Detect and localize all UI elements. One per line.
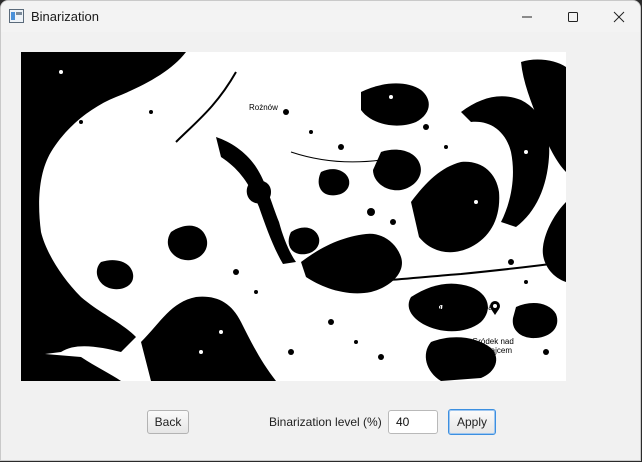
binarized-image: zowice órne Rożnów Beskid Lemon Resort S…: [21, 52, 566, 381]
maximize-button[interactable]: [550, 1, 596, 32]
app-icon: [9, 9, 24, 23]
binarization-level-input[interactable]: [388, 410, 438, 434]
map-label-resort: Lemon Resort Spa: [426, 303, 493, 312]
map-label-roznow: Rożnów: [249, 103, 278, 112]
window-title: Binarization: [31, 9, 99, 24]
back-button[interactable]: Back: [147, 410, 189, 434]
binarization-level-label: Binarization level (%): [269, 415, 382, 429]
close-icon: [613, 11, 625, 22]
close-button[interactable]: [596, 1, 640, 32]
map-label-top-left-1: zowice: [21, 74, 46, 83]
map-label-grodek-1: Gródek nad: [472, 337, 514, 346]
maximize-icon: [568, 11, 578, 22]
map-label-tabaszowa: Tabaszowa: [191, 370, 232, 379]
map-label-grodek-2: Dunajcem: [476, 346, 513, 355]
apply-button[interactable]: Apply: [448, 409, 496, 435]
title-bar: Binarization: [1, 1, 640, 32]
binarized-map-graphic: [21, 52, 566, 381]
map-label-top-left-2: órne: [21, 83, 38, 92]
app-window: Binarization zowice órne Rożnów Beskid L…: [0, 0, 641, 461]
minimize-button[interactable]: [504, 1, 550, 32]
minimize-icon: [522, 16, 532, 17]
